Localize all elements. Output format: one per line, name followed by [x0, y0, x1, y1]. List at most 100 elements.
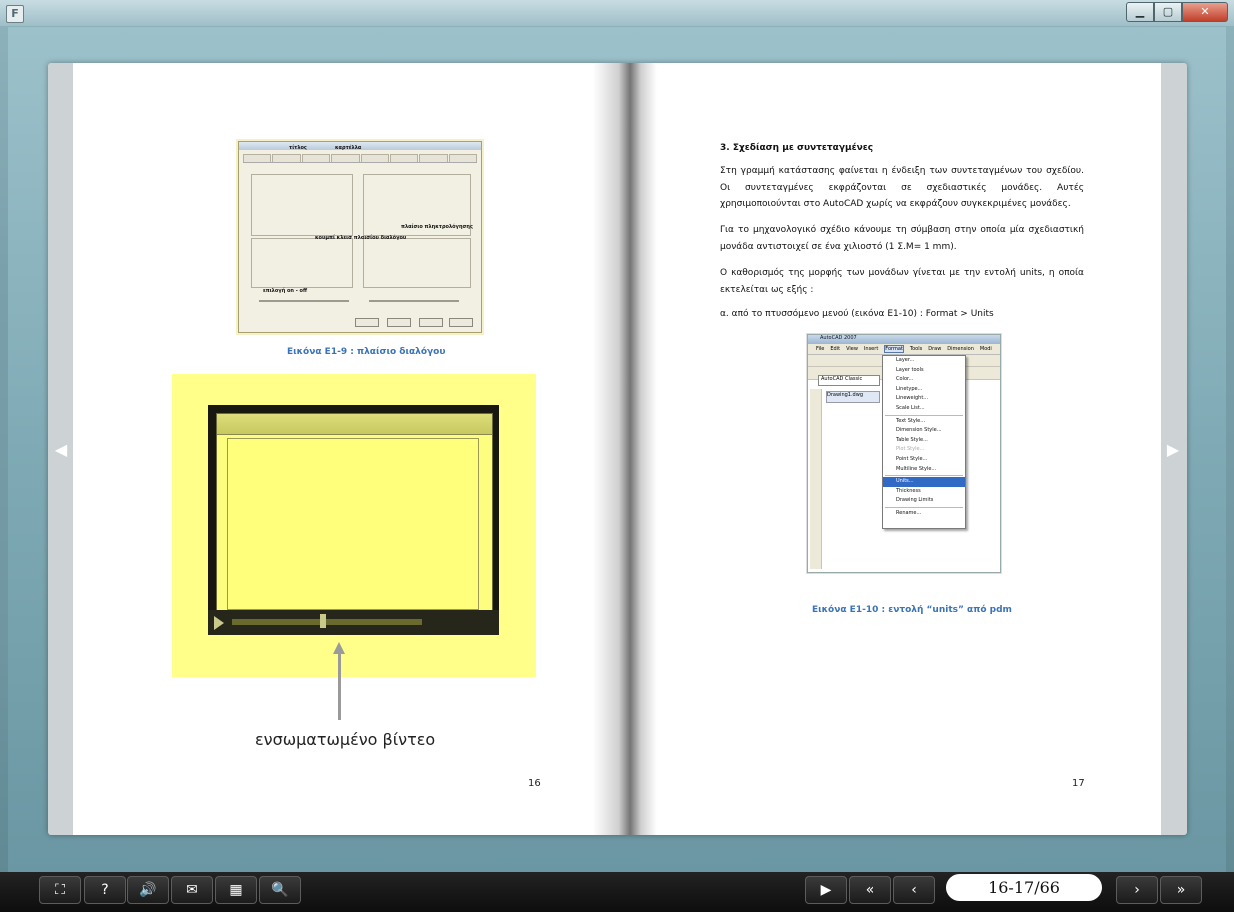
window-controls: ▁ ▢ ✕ — [1126, 2, 1228, 22]
menu-item: Plot Style... — [896, 446, 925, 453]
menu-item: Scale List... — [896, 404, 925, 411]
email-button[interactable]: ✉ — [171, 876, 213, 904]
app-icon: F — [6, 5, 24, 23]
menu-item: Drawing Limits — [896, 497, 934, 504]
menu-item: Lineweight... — [896, 395, 929, 402]
video-controls — [208, 610, 499, 635]
fade-control-slider — [369, 300, 459, 302]
section-heading: 3. Σχεδίαση με συντεταγμένες — [720, 143, 874, 153]
menu-item: Point Style... — [896, 455, 928, 462]
autocad-format-menu-figure: AutoCAD 2007 File Edit View Insert Forma… — [807, 334, 1001, 573]
menu-draw: Draw — [928, 346, 942, 352]
video-drawing-area — [227, 438, 479, 610]
paragraph-1: Στη γραμμή κατάστασης φαίνεται η ένδειξη… — [720, 166, 1084, 209]
format-dropdown-menu: Layer... Layer tools Color... Linetype..… — [882, 355, 966, 529]
autocad-title: AutoCAD 2007 — [808, 335, 1000, 344]
menu-item: Text Style... — [896, 417, 926, 424]
menu-item: Table Style... — [896, 436, 928, 443]
last-page-button[interactable]: » — [1160, 876, 1202, 904]
zoom-button[interactable]: 🔍 — [259, 876, 301, 904]
title-bar[interactable]: F ▁ ▢ ✕ — [0, 0, 1234, 26]
video-screen[interactable] — [216, 413, 493, 612]
embedded-video-player[interactable] — [208, 405, 499, 635]
menu-separator — [885, 506, 963, 508]
menu-edit: Edit — [830, 346, 841, 352]
callout-tab: καρτέλλα — [335, 145, 362, 151]
video-autocad-toolbar — [217, 414, 492, 435]
maximize-button[interactable]: ▢ — [1154, 2, 1182, 22]
page-number-left: 16 — [528, 778, 541, 789]
menu-dimension: Dimension — [947, 346, 974, 352]
dialog-tabs — [243, 154, 477, 163]
dialog-apply-button — [419, 318, 443, 327]
menu-file: File — [816, 346, 825, 352]
drawing-tab: Drawing1.dwg — [826, 391, 880, 403]
next-page-button[interactable]: › — [1116, 876, 1158, 904]
menu-item-units: Units... — [883, 477, 965, 487]
menu-item: Layer... — [896, 357, 915, 363]
previous-page-icon: ‹ — [911, 882, 917, 898]
menu-item: Rename... — [896, 509, 922, 516]
menu-modify: Modi — [979, 346, 992, 352]
sound-button[interactable]: 🔊 — [127, 876, 169, 904]
close-button[interactable]: ✕ — [1182, 2, 1228, 22]
next-page-arrow[interactable]: ▶ — [1165, 440, 1181, 459]
page-number-right: 17 — [1072, 778, 1085, 789]
callout-title: τίτλος — [289, 145, 307, 151]
dialog-ok-button — [355, 318, 379, 327]
draw-toolbar — [810, 389, 822, 569]
embedded-video-label: ενσωματωμένο βίντεο — [255, 730, 436, 749]
previous-page-button[interactable]: ‹ — [893, 876, 935, 904]
video-play-icon[interactable] — [214, 616, 224, 630]
book-gutter — [593, 63, 657, 835]
dialog-help-button — [449, 318, 473, 327]
workspace-combo: AutoCAD Classic — [818, 375, 880, 386]
window-elements-group — [251, 174, 353, 236]
menu-insert: Insert — [863, 346, 879, 352]
menu-item: Color... — [896, 376, 914, 383]
menu-tools: Tools — [909, 346, 923, 352]
previous-page-arrow[interactable]: ◀ — [53, 440, 69, 459]
menu-separator — [885, 475, 963, 477]
zoom-icon: 🔍 — [271, 882, 289, 898]
video-progress-knob[interactable] — [320, 614, 326, 628]
figure-caption-dialog: Εικόνα Ε1-9 : πλαίσιο διαλόγου — [287, 347, 446, 357]
autoplay-button[interactable]: ▶ — [805, 876, 847, 904]
display-performance-group — [363, 238, 471, 288]
layout-elements-group — [251, 238, 353, 288]
arrow-line — [338, 652, 341, 720]
menu-item: Layer tools — [896, 366, 924, 373]
first-page-icon: « — [865, 882, 875, 898]
last-page-icon: » — [1176, 882, 1186, 898]
paragraph-2: Για το μηχανολογικό σχέδιο κάνουμε τη σύ… — [720, 225, 1084, 252]
first-page-button[interactable]: « — [849, 876, 891, 904]
menu-item: Multiline Style... — [896, 465, 937, 472]
video-progress-bar[interactable] — [232, 619, 422, 625]
menu-item: Linetype... — [896, 385, 923, 392]
autocad-menubar: File Edit View Insert Format Tools Draw … — [808, 344, 1000, 355]
dialog-cancel-button — [387, 318, 411, 327]
callout-input-box: πλαίσιο πληκτρολόγησης — [401, 224, 473, 230]
page-indicator-input[interactable]: 16-17/66 — [946, 874, 1102, 901]
crosshair-size-slider — [259, 300, 349, 302]
fit-screen-button[interactable]: ⛶ — [39, 876, 81, 904]
paragraph-4: α. από το πτυσσόμενο μενού (εικόνα Ε1-10… — [720, 309, 994, 319]
figure-caption-units: Εικόνα Ε1-10 : εντολή “units” από pdm — [812, 605, 1012, 615]
fit-screen-icon: ⛶ — [55, 882, 65, 898]
menu-view: View — [846, 346, 858, 352]
email-icon: ✉ — [186, 882, 198, 898]
menu-item: Thickness — [896, 487, 921, 494]
callout-on-off: επιλογή on - off — [263, 288, 308, 294]
minimize-button[interactable]: ▁ — [1126, 2, 1154, 22]
options-dialog-figure: τίτλος καρτέλλα κουμπί κλεισ πλαισίου δι… — [238, 141, 482, 333]
next-page-icon: › — [1134, 882, 1140, 898]
menu-separator — [885, 414, 963, 416]
help-button[interactable]: ? — [84, 876, 126, 904]
thumbnails-icon: ▦ — [229, 882, 243, 898]
menu-item: Dimension Style... — [896, 427, 942, 434]
paragraph-3: Ο καθορισμός της μορφής των μονάδων γίνε… — [720, 268, 1084, 295]
sound-icon: 🔊 — [139, 882, 157, 898]
callout-close-button: κουμπί κλεισ πλαισίου διαλόγου — [315, 235, 407, 241]
thumbnails-button[interactable]: ▦ — [215, 876, 257, 904]
play-icon: ▶ — [820, 882, 832, 898]
